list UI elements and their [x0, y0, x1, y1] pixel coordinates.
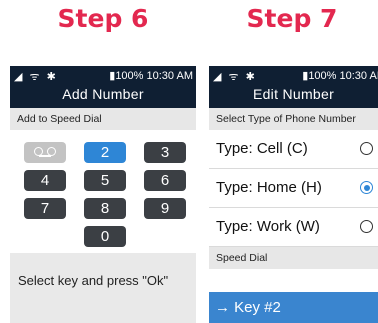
radio-unselected-icon[interactable]: [360, 220, 373, 233]
screen-header: ◢ ᯤ ✱ ▮100% 10:30 AM Add Number: [10, 66, 196, 108]
type-cell-label: Type: Cell (C): [216, 140, 308, 157]
type-work-label: Type: Work (W): [216, 218, 320, 235]
key-5[interactable]: 5: [84, 170, 126, 191]
type-work-option[interactable]: Type: Work (W): [209, 208, 378, 247]
status-time: 10:30 AM: [146, 70, 193, 82]
screen-subtitle: Add to Speed Dial: [10, 108, 196, 130]
key-3[interactable]: 3: [144, 142, 186, 163]
key-4[interactable]: 4: [24, 170, 66, 191]
screen-subtitle: Select Type of Phone Number: [209, 108, 378, 130]
key-7[interactable]: 7: [24, 198, 66, 219]
type-cell-option[interactable]: Type: Cell (C): [209, 130, 378, 169]
voicemail-key[interactable]: [24, 142, 66, 163]
instruction-text: Select key and press "Ok": [10, 253, 196, 323]
signal-wifi-bluetooth-icons: ◢ ᯤ ✱: [213, 71, 257, 83]
battery-icon: ▮100%: [109, 70, 144, 82]
battery-icon: ▮100%: [302, 70, 337, 82]
type-home-option[interactable]: Type: Home (H): [209, 169, 378, 208]
type-home-label: Type: Home (H): [216, 179, 322, 196]
status-bar: ◢ ᯤ ✱ ▮100% 10:30 AM: [10, 69, 196, 83]
status-bar: ◢ ᯤ ✱ ▮100% 10:30 AM: [209, 69, 378, 83]
screen-header: ◢ ᯤ ✱ ▮100% 10:30 AM Edit Number: [209, 66, 378, 108]
screen-title: Edit Number: [252, 86, 335, 102]
radio-unselected-icon[interactable]: [360, 142, 373, 155]
signal-wifi-bluetooth-icons: ◢ ᯤ ✱: [14, 71, 58, 83]
screen-title: Add Number: [62, 86, 144, 102]
voicemail-icon: [34, 147, 56, 157]
add-number-screen: ◢ ᯤ ✱ ▮100% 10:30 AM Add Number Add to S…: [10, 66, 196, 323]
step-6-title: Step 6: [57, 4, 149, 33]
key-2[interactable]: 2: [84, 142, 126, 163]
step-7-title: Step 7: [246, 4, 338, 33]
speed-dial-key-item[interactable]: → Key #2: [209, 292, 378, 323]
key-6[interactable]: 6: [144, 170, 186, 191]
status-time: 10:30 AM: [339, 70, 378, 82]
radio-selected-icon[interactable]: [360, 181, 373, 194]
speed-dial-header: Speed Dial: [209, 247, 378, 269]
key-9[interactable]: 9: [144, 198, 186, 219]
key-0[interactable]: 0: [84, 226, 126, 247]
key-8[interactable]: 8: [84, 198, 126, 219]
edit-number-screen: ◢ ᯤ ✱ ▮100% 10:30 AM Edit Number Select …: [209, 66, 378, 323]
